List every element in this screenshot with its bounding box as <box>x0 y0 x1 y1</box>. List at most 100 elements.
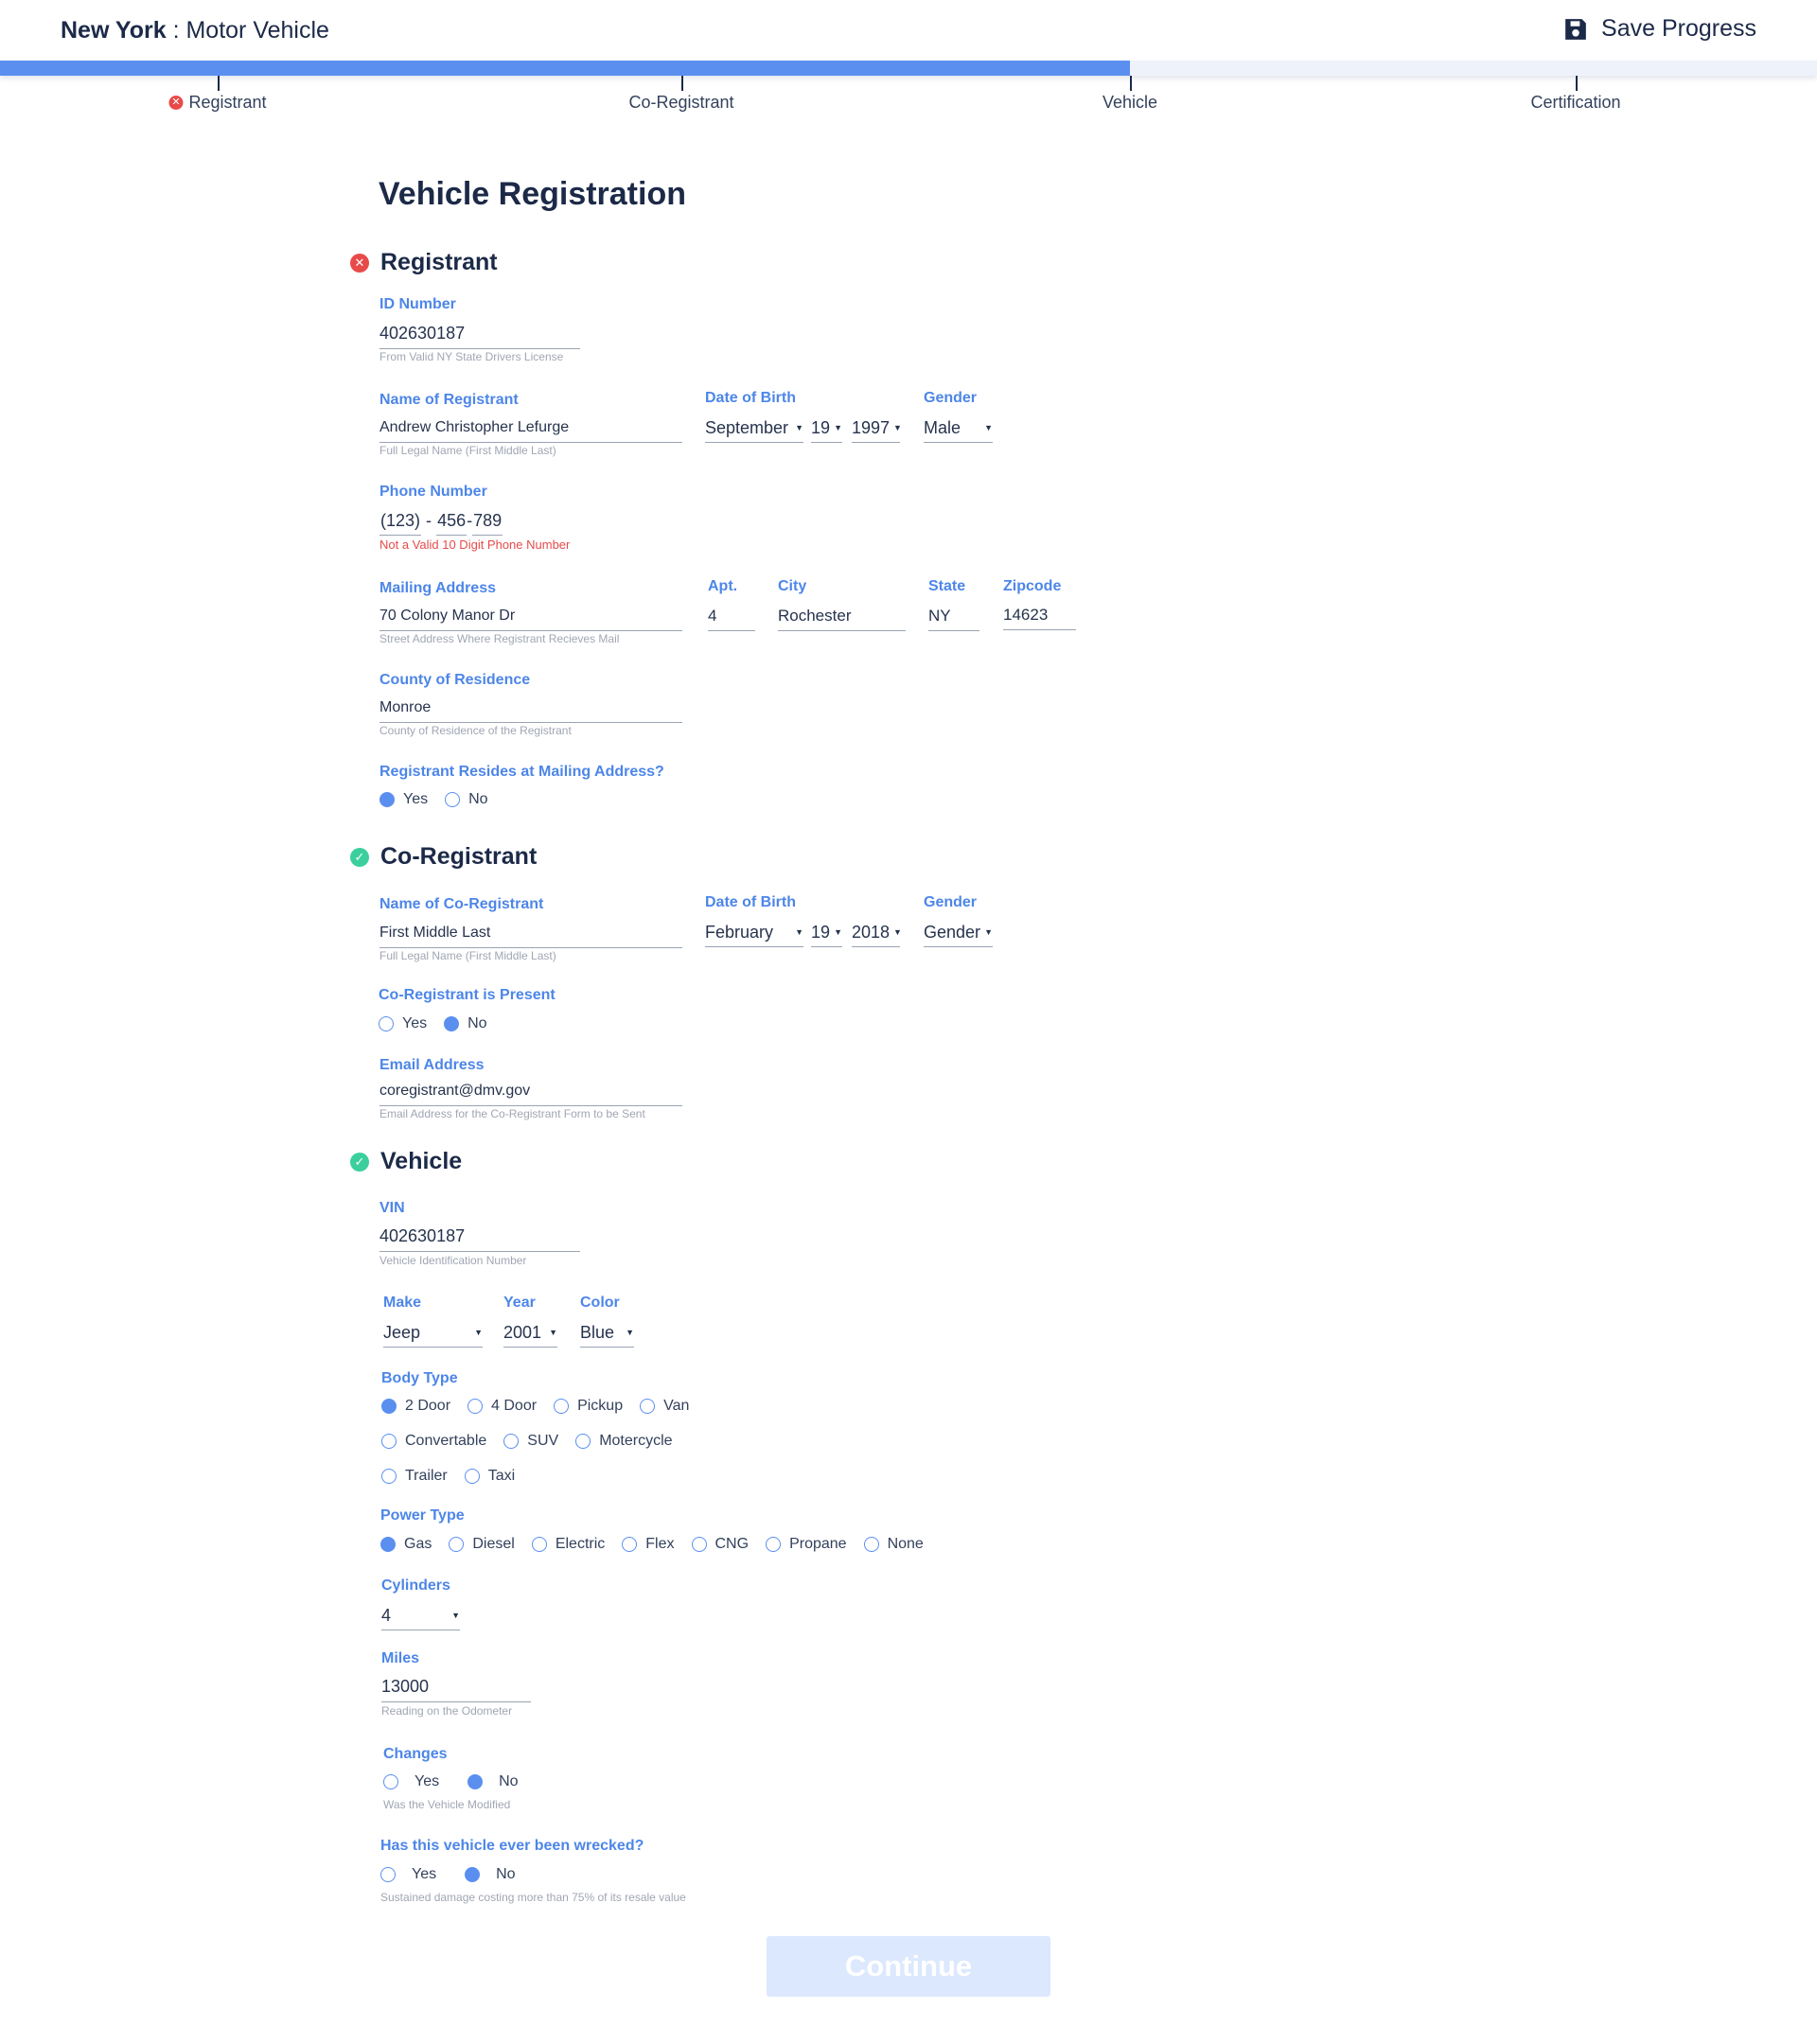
changes-yes-radio[interactable]: Yes <box>383 1773 439 1790</box>
state-input[interactable] <box>928 601 979 631</box>
power-electric-radio[interactable]: Electric <box>531 1536 605 1553</box>
section-heading: Co-Registrant <box>380 843 538 870</box>
power-none-radio[interactable]: None <box>863 1536 924 1553</box>
state-label: State <box>928 578 966 594</box>
select-value: 2018 <box>852 922 891 942</box>
body-taxi-radio[interactable]: Taxi <box>464 1468 515 1485</box>
body-convertable-radio[interactable]: Convertable <box>381 1433 486 1450</box>
id-number-label: ID Number <box>379 296 456 312</box>
caret-down-icon: ▼ <box>834 422 842 432</box>
radio-label: Yes <box>412 1866 437 1882</box>
caret-down-icon: ▼ <box>984 422 993 432</box>
progress-fill <box>0 61 1131 76</box>
step-label: Vehicle <box>1102 93 1158 112</box>
miles-input[interactable] <box>381 1672 531 1702</box>
radio-dot <box>766 1537 782 1552</box>
power-gas-radio[interactable]: Gas <box>380 1536 432 1553</box>
vin-input[interactable] <box>379 1222 580 1252</box>
co-registrant-name-input[interactable] <box>379 918 682 948</box>
save-icon <box>1565 18 1586 40</box>
email-input[interactable] <box>379 1076 682 1106</box>
wrecked-no-radio[interactable]: No <box>465 1866 516 1883</box>
radio-dot <box>445 792 461 807</box>
radio-label: 4 Door <box>491 1398 538 1414</box>
phone-prefix-input[interactable]: 456 <box>436 506 467 536</box>
body-type-row-3: Trailer Taxi <box>381 1468 532 1485</box>
changes-no-radio[interactable]: No <box>467 1773 519 1790</box>
co-present-radio-group: Yes No <box>379 1015 504 1032</box>
year-select[interactable]: 2001 ▼ <box>503 1317 557 1348</box>
resides-yes-radio[interactable]: Yes <box>379 791 428 808</box>
select-value: 1997 <box>852 417 891 437</box>
co-registrant-name-label: Name of Co-Registrant <box>379 896 544 912</box>
power-diesel-radio[interactable]: Diesel <box>449 1536 515 1553</box>
resides-label: Registrant Resides at Mailing Address? <box>379 764 664 780</box>
continue-button[interactable]: Continue <box>767 1936 1050 1997</box>
radio-label: No <box>467 1015 487 1031</box>
wrecked-label: Has this vehicle ever been wrecked? <box>380 1838 644 1854</box>
zipcode-input[interactable] <box>1003 600 1076 630</box>
co-gender-select[interactable]: Gender ▼ <box>924 917 993 947</box>
make-select[interactable]: Jeep ▼ <box>383 1317 483 1348</box>
resides-no-radio[interactable]: No <box>445 791 488 808</box>
app-title-separator: : <box>166 17 186 44</box>
co-dob-year-select[interactable]: 2018 ▼ <box>852 917 902 947</box>
step-tick <box>218 76 220 91</box>
step-tick <box>681 76 683 91</box>
miles-label: Miles <box>381 1650 420 1666</box>
radio-label: 2 Door <box>405 1398 451 1414</box>
body-motercycle-radio[interactable]: Motercycle <box>575 1433 673 1450</box>
radio-dot <box>381 1434 397 1449</box>
caret-down-icon: ▼ <box>893 422 902 432</box>
body-suv-radio[interactable]: SUV <box>503 1433 558 1450</box>
phone-error-message: Not a Valid 10 Digit Phone Number <box>379 537 571 552</box>
page-title: Vehicle Registration <box>379 176 686 212</box>
radio-label: SUV <box>527 1433 559 1449</box>
mailing-address-input[interactable] <box>379 601 682 631</box>
radio-label: Convertable <box>405 1433 487 1449</box>
city-input[interactable] <box>778 601 906 631</box>
co-dob-day-select[interactable]: 19 ▼ <box>811 917 842 947</box>
error-icon: ✕ <box>168 96 184 110</box>
phone-area-input[interactable]: (123) <box>379 506 422 536</box>
radio-label: Trailer <box>405 1468 448 1484</box>
check-icon: ✓ <box>350 847 369 867</box>
color-select[interactable]: Blue ▼ <box>580 1317 634 1348</box>
body-van-radio[interactable]: Van <box>640 1398 689 1415</box>
wrecked-radio-group: Yes No <box>380 1866 533 1883</box>
radio-dot <box>691 1537 707 1552</box>
radio-dot <box>464 1469 480 1484</box>
co-present-yes-radio[interactable]: Yes <box>379 1015 427 1032</box>
co-present-no-radio[interactable]: No <box>444 1015 487 1032</box>
co-dob-month-select[interactable]: February ▼ <box>705 917 803 947</box>
gender-select[interactable]: Male ▼ <box>924 413 993 443</box>
wrecked-hint: Sustained damage costing more than 75% o… <box>380 1891 686 1904</box>
dob-day-select[interactable]: 19 ▼ <box>811 413 842 443</box>
radio-dot <box>383 1774 398 1789</box>
registrant-name-input[interactable] <box>379 413 682 443</box>
body-trailer-radio[interactable]: Trailer <box>381 1468 448 1485</box>
cylinders-select[interactable]: 4 ▼ <box>381 1600 460 1630</box>
apt-input[interactable] <box>708 601 755 631</box>
section-co-registrant: ✓ Co-Registrant <box>350 843 537 871</box>
power-cng-radio[interactable]: CNG <box>691 1536 749 1553</box>
phone-line-input[interactable]: 789 <box>472 506 503 536</box>
radio-dot <box>380 1867 396 1882</box>
co-present-label: Co-Registrant is Present <box>379 987 556 1003</box>
zipcode-label: Zipcode <box>1003 578 1062 594</box>
app-title: New York : Motor Vehicle <box>61 17 329 44</box>
power-flex-radio[interactable]: Flex <box>622 1536 675 1553</box>
id-number-input[interactable] <box>379 319 580 349</box>
co-gender-label: Gender <box>924 894 978 910</box>
county-input[interactable] <box>379 693 682 723</box>
county-label: County of Residence <box>379 672 531 688</box>
body-4door-radio[interactable]: 4 Door <box>467 1398 537 1415</box>
dob-year-select[interactable]: 1997 ▼ <box>852 413 902 443</box>
body-2door-radio[interactable]: 2 Door <box>381 1398 450 1415</box>
resides-radio-group: Yes No <box>379 791 505 808</box>
wrecked-yes-radio[interactable]: Yes <box>380 1866 436 1883</box>
power-propane-radio[interactable]: Propane <box>766 1536 847 1553</box>
dob-month-select[interactable]: September ▼ <box>705 413 803 443</box>
save-progress-button[interactable]: Save Progress <box>1563 15 1756 43</box>
body-pickup-radio[interactable]: Pickup <box>554 1398 623 1415</box>
